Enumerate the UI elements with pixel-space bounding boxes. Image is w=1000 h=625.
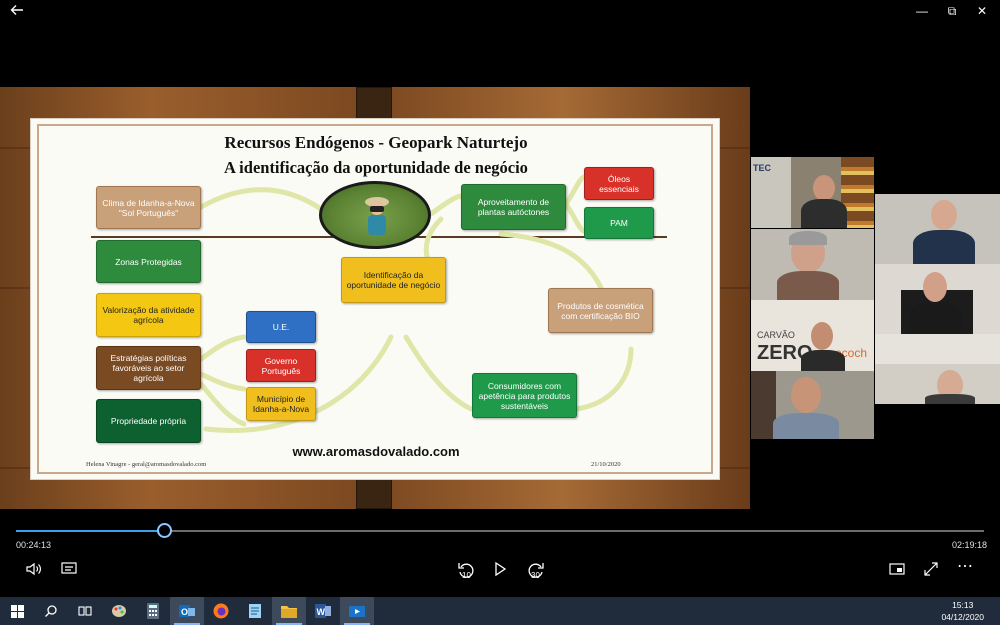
box-oleos: Óleos essenciais [584,167,654,200]
seek-thumb[interactable] [157,523,173,538]
box-aproveitamento: Aproveitamento de plantas autóctones [461,184,566,230]
participant-tile-6 [875,334,1000,404]
rewind-10-icon[interactable]: 10 [455,560,477,582]
restore-button[interactable]: ⧉ [940,2,964,20]
box-municipio: Município de Idanha-a-Nova [246,387,316,421]
participant-tile-5: CARVÃO ZERO ecoch [751,300,874,371]
box-consumidores: Consumidores com apetência para produtos… [472,373,577,418]
clock-time: 15:13 [952,600,974,610]
tile-logo-text: CARVÃO [757,330,795,340]
rewind-label: 10 [462,571,471,580]
slide-footer-date: 21/10/2020 [591,461,621,468]
box-identificacao: Identificação da oportunidade de negócio [341,257,446,303]
participant-tile-3 [751,229,874,300]
firefox-icon[interactable] [204,597,238,625]
word-icon[interactable]: W [306,597,340,625]
calculator-icon[interactable] [136,597,170,625]
clock-date: 04/12/2020 [941,612,984,622]
forward-label: 30 [531,571,540,580]
fullscreen-icon[interactable] [921,560,941,580]
box-pam: PAM [584,207,654,239]
participant-tile-7 [751,371,874,439]
outlook-icon[interactable]: O [170,597,204,625]
svg-text:W: W [317,607,326,617]
box-governo: Governo Português [246,349,316,382]
title-bar: — ⧉ ✕ [0,0,1000,22]
tile-logo-text: TEC [753,163,771,173]
volume-icon[interactable] [24,560,44,580]
back-arrow-icon[interactable] [8,3,26,19]
elapsed-time: 00:24:13 [16,540,52,550]
box-clima: Clima de Idanha-a-Nova "Sol Português" [96,186,201,229]
miniplayer-icon[interactable] [887,560,907,580]
total-time: 02:19:18 [952,540,988,550]
participant-tile-1: TEC [751,157,874,228]
movies-tv-icon[interactable] [340,597,374,625]
box-estrategias: Estratégias políticas favoráveis ao seto… [96,346,201,390]
close-button[interactable]: ✕ [970,2,994,20]
paint-icon[interactable] [102,597,136,625]
presentation-slide: Recursos Endógenos - Geopark Naturtejo A… [30,118,720,480]
taskbar-clock[interactable]: 15:13 04/12/2020 [941,599,984,623]
more-icon[interactable]: ⋯ [955,559,975,580]
box-valorizacao: Valorização da atividade agrícola [96,293,201,337]
taskbar: O W 15:13 04/12/2020 [0,597,1000,625]
box-produtos: Produtos de cosmética com certificação B… [548,288,653,333]
captions-icon[interactable] [59,560,79,580]
participant-tile-4 [875,264,1000,334]
box-zonas-protegidas: Zonas Protegidas [96,240,201,283]
windows-start-icon[interactable] [0,597,34,625]
slide-url: www.aromasdovalado.com [292,444,460,459]
minimize-button[interactable]: — [910,2,934,20]
play-icon[interactable] [490,560,510,580]
photo-child-binoculars [319,181,431,249]
movies-and-tv-window: — ⧉ ✕ Recursos Endógenos - Geopark Natur… [0,0,1000,625]
seek-progress [16,530,166,532]
search-icon[interactable] [34,597,68,625]
notepad-icon[interactable] [238,597,272,625]
video-frame[interactable]: Recursos Endógenos - Geopark Naturtejo A… [0,87,750,509]
participant-tile-2 [875,194,1000,264]
task-view-icon[interactable] [68,597,102,625]
file-explorer-icon[interactable] [272,597,306,625]
box-propriedade: Propriedade própria [96,399,201,443]
forward-30-icon[interactable]: 30 [525,560,547,582]
box-ue: U.E. [246,311,316,343]
svg-text:O: O [181,607,188,617]
slide-footer-author: Helena Vinagre - geral@aromasdovalado.co… [86,461,207,468]
